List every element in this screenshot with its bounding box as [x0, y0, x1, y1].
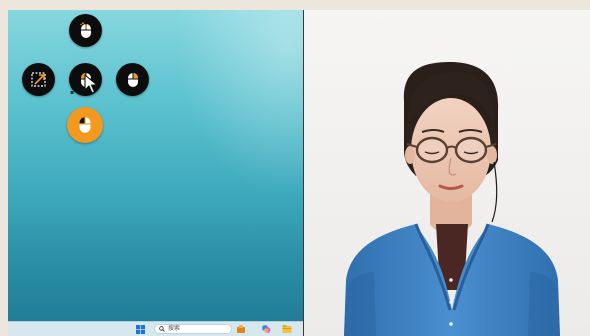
copilot-icon[interactable] [261, 324, 271, 334]
search-placeholder: 搜索 [168, 325, 181, 332]
search-icon [159, 326, 165, 332]
pie-button-right-click[interactable] [116, 63, 149, 96]
desktop-screen: ▪ 搜索 [8, 10, 303, 336]
presenter-photo [304, 10, 590, 336]
mouse-pointer-icon [84, 74, 98, 94]
mouse-right-click-icon [127, 72, 138, 87]
mouse-scroll-icon [79, 21, 91, 38]
mouse-click-icon [79, 117, 91, 133]
pie-button-resize[interactable] [22, 63, 55, 96]
windows-start-icon[interactable] [136, 325, 145, 334]
taskbar-app-icon[interactable] [236, 324, 246, 334]
cursor-label: ▪ [70, 89, 75, 96]
taskbar-search-box[interactable]: 搜索 [154, 324, 232, 334]
resize-arrow-icon [30, 71, 46, 87]
pie-button-click-active[interactable] [67, 107, 103, 143]
taskbar: 搜索 [8, 321, 303, 336]
presenter-video [304, 10, 590, 336]
pie-button-scroll[interactable] [69, 14, 102, 47]
file-explorer-icon[interactable] [282, 324, 292, 334]
